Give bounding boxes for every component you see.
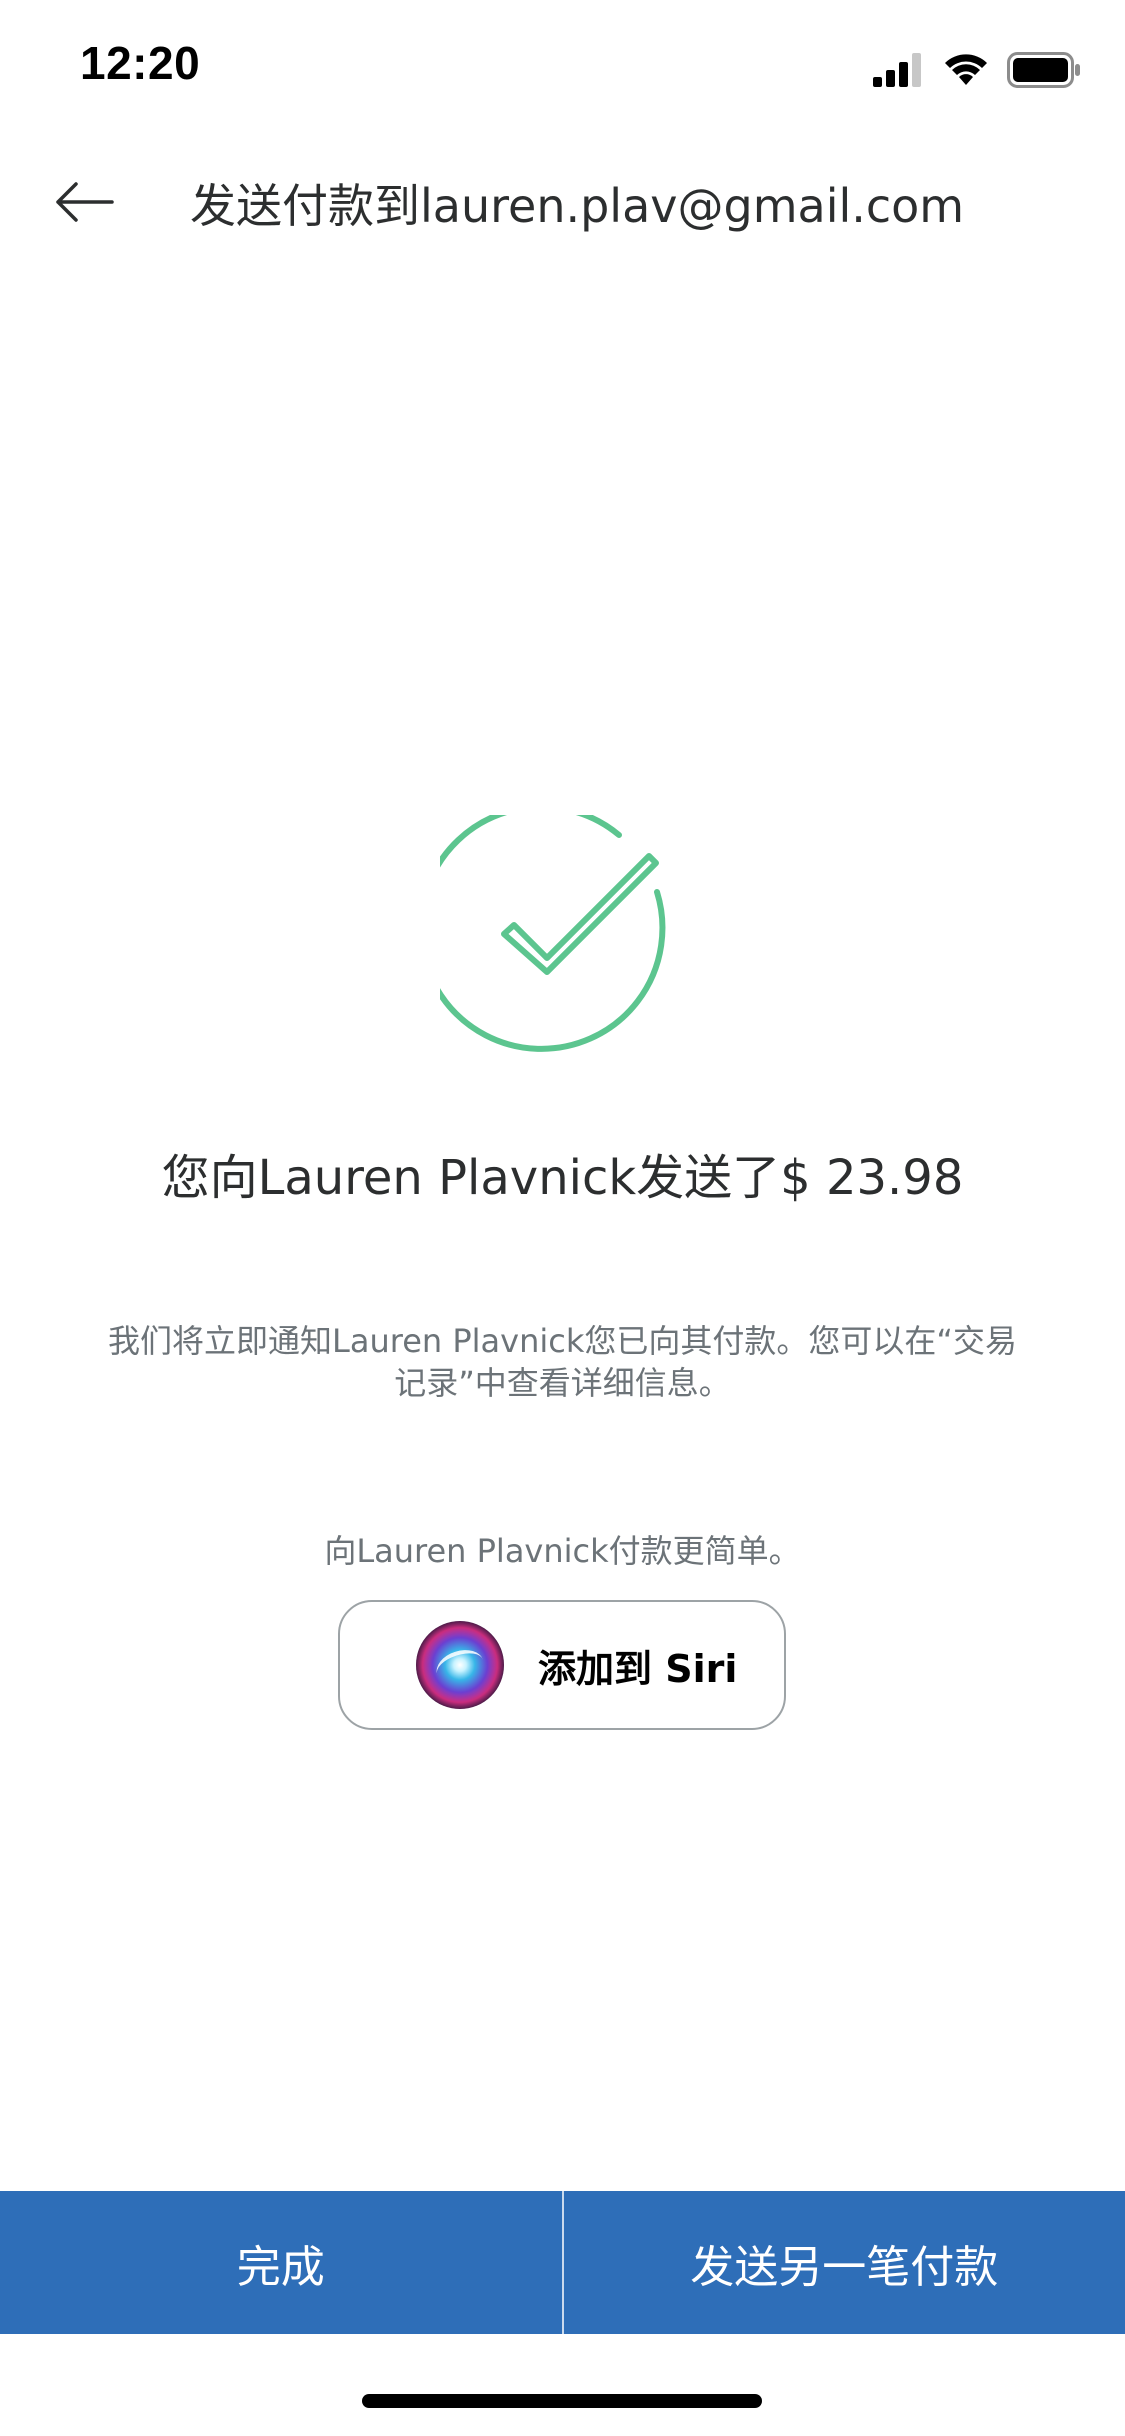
- send-another-payment-button[interactable]: 发送另一笔付款: [564, 2191, 1125, 2334]
- notification-notice: 我们将立即通知Lauren Plavnick您已向其付款。您可以在“交易记录”中…: [108, 1322, 1017, 1402]
- done-button[interactable]: 完成: [0, 2191, 562, 2334]
- action-bar: 完成 发送另一笔付款: [0, 2191, 1125, 2334]
- siri-icon: [416, 1621, 504, 1709]
- add-to-siri-label: 添加到 Siri: [538, 1646, 738, 1691]
- status-bar: 12:20: [0, 0, 1125, 132]
- status-icons: [873, 50, 1081, 90]
- arrow-left-icon: [56, 182, 114, 222]
- header: 发送付款到lauren.plav@gmail.com: [0, 132, 1125, 264]
- add-to-siri-button[interactable]: 添加到 Siri: [338, 1600, 786, 1730]
- payment-sent-headline: 您向Lauren Plavnick发送了$ 23.98: [161, 1150, 964, 1206]
- checkmark-circle-icon: [440, 815, 666, 1052]
- page-title: 发送付款到lauren.plav@gmail.com: [190, 179, 965, 233]
- wifi-icon: [945, 54, 987, 85]
- back-button[interactable]: [44, 162, 124, 242]
- battery-icon: [1007, 52, 1080, 88]
- status-time: 12:20: [80, 37, 201, 89]
- signal-icon: [873, 53, 921, 87]
- action-divider: [561, 2191, 564, 2334]
- siri-prompt: 向Lauren Plavnick付款更简单。: [324, 1532, 801, 1570]
- home-indicator[interactable]: [362, 2394, 762, 2408]
